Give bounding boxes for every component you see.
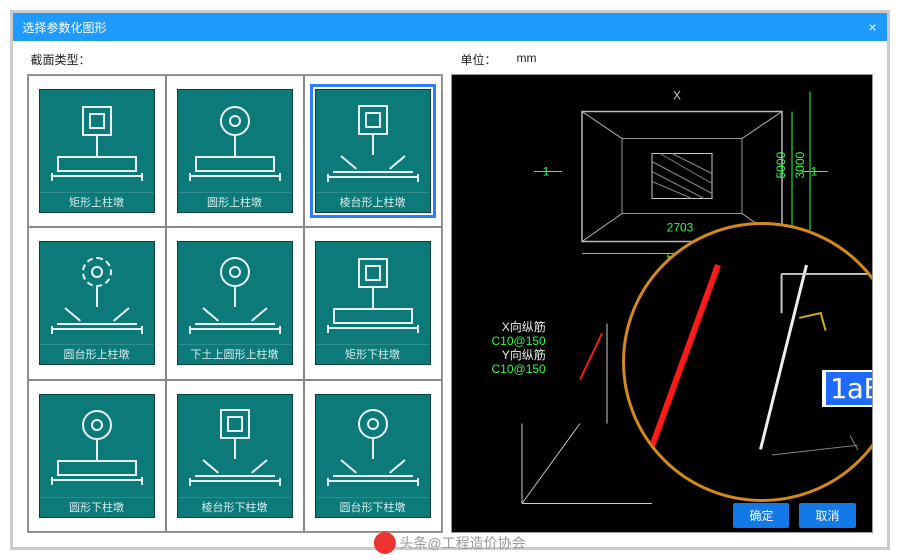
- tile-caption: 圆台形下柱墩: [316, 497, 430, 517]
- x-rebar-val: C10@150: [492, 334, 546, 348]
- close-icon[interactable]: ×: [868, 19, 876, 35]
- window-title: 选择参数化图形: [23, 19, 107, 36]
- tile-caption: 棱台形上柱墩: [316, 192, 430, 212]
- x-rebar-label: X向纵筋: [492, 320, 546, 334]
- square-icon: [358, 258, 388, 288]
- rect-bottom-pier[interactable]: 矩形下柱墩: [304, 227, 442, 379]
- circle-top-pier[interactable]: 圆形上柱墩: [166, 75, 304, 227]
- square-icon: [82, 106, 112, 136]
- tile-caption: 矩形下柱墩: [316, 344, 430, 364]
- dim-x: X: [672, 89, 680, 103]
- shape-grid: 矩形上柱墩 圆形上柱墩 棱台形上柱墩圆台形上柱墩 下土上圆形上柱墩 矩形下柱墩圆形下柱墩…: [27, 74, 443, 533]
- labels-row: 截面类型： 单位： mm: [13, 41, 887, 74]
- unit-label: 单位：: [461, 51, 497, 68]
- square-icon: [220, 409, 250, 439]
- unit-value: mm: [517, 51, 537, 68]
- tile-caption: 下土上圆形上柱墩: [178, 344, 292, 364]
- magnifier-value-box[interactable]: 1aE: [822, 370, 873, 407]
- circle-icon: [220, 106, 250, 136]
- ok-button[interactable]: 确定: [733, 503, 789, 528]
- circle-icon: [82, 410, 112, 440]
- frustum-top-pier[interactable]: 棱台形上柱墩: [304, 75, 442, 227]
- tile-caption: 圆台形上柱墩: [40, 344, 154, 364]
- frustum-bottom-pier[interactable]: 棱台形下柱墩: [166, 380, 304, 532]
- section-type-label: 截面类型：: [31, 51, 461, 68]
- cone-bottom-pier[interactable]: 圆台形下柱墩: [304, 380, 442, 532]
- circle-icon: [358, 409, 388, 439]
- circle-bottom-pier[interactable]: 圆形下柱墩: [28, 380, 166, 532]
- tile-caption: 圆形上柱墩: [178, 192, 292, 212]
- tile-caption: 矩形上柱墩: [40, 192, 154, 212]
- dim-5000h: 5000: [774, 151, 788, 178]
- dim-3000: 3000: [793, 151, 807, 178]
- y-rebar-label: Y向纵筋: [492, 348, 546, 362]
- tile-caption: 棱台形下柱墩: [178, 497, 292, 517]
- square-icon: [358, 105, 388, 135]
- circle-dashed-icon: [82, 257, 112, 287]
- rebar-labels: X向纵筋 C10@150 Y向纵筋 C10@150: [492, 320, 546, 376]
- preview-panel: X 1 1 2703 5000 5000 3000: [451, 74, 873, 533]
- magnifier-lens: 1aE: [622, 222, 873, 502]
- title-bar: 选择参数化图形 ×: [13, 13, 887, 41]
- cone-top-pier[interactable]: 圆台形上柱墩: [28, 227, 166, 379]
- bottom-cone-pier[interactable]: 下土上圆形上柱墩: [166, 227, 304, 379]
- y-rebar-val: C10@150: [492, 362, 546, 376]
- circle-icon: [220, 257, 250, 287]
- rect-top-pier[interactable]: 矩形上柱墩: [28, 75, 166, 227]
- tile-caption: 圆形下柱墩: [40, 497, 154, 517]
- cancel-button[interactable]: 取消: [799, 503, 855, 528]
- magnifier-value: 1aE: [826, 372, 873, 405]
